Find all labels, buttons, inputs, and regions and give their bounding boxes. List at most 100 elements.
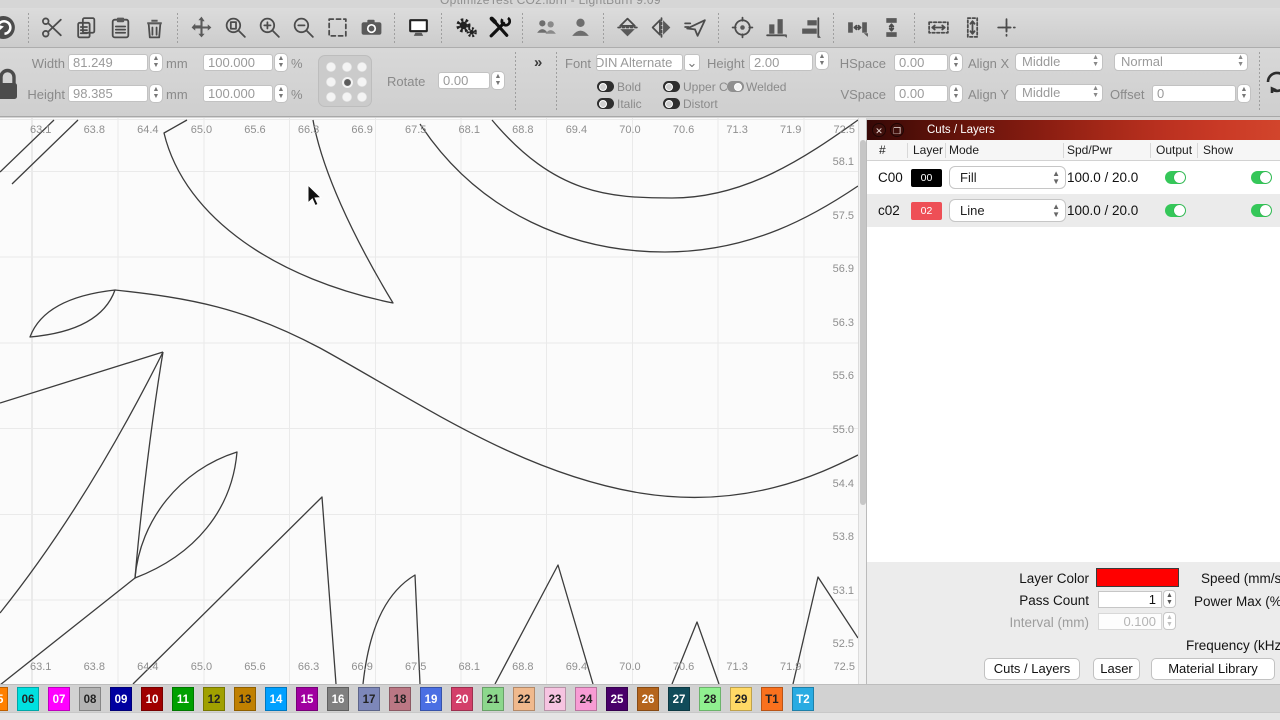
panel-tab-cutslayers[interactable]: Cuts / Layers [984, 658, 1080, 680]
palette-swatch-05[interactable]: 05 [0, 687, 8, 711]
italic-toggle[interactable] [597, 98, 614, 109]
anchor-dot[interactable] [357, 62, 367, 72]
machine-tools-icon[interactable] [486, 15, 512, 41]
palette-swatch-28[interactable]: 28 [699, 687, 721, 711]
pass-count-stepper[interactable]: ▲▼ [1163, 590, 1176, 608]
camera-capture-icon[interactable] [358, 15, 384, 41]
canvas-vertical-scrollbar[interactable] [858, 118, 866, 684]
hspace-stepper[interactable]: ▲▼ [949, 53, 963, 72]
palette-swatch-06[interactable]: 06 [17, 687, 39, 711]
palette-swatch-20[interactable]: 20 [451, 687, 473, 711]
flip-horizontal-icon[interactable] [648, 15, 674, 41]
rotate-stepper[interactable]: ▲▼ [491, 71, 505, 90]
palette-swatch-27[interactable]: 27 [668, 687, 690, 711]
distribute-horizontal-icon[interactable] [844, 15, 870, 41]
copy-icon[interactable] [73, 15, 99, 41]
palette-swatch-11[interactable]: 11 [172, 687, 194, 711]
anchor-point-grid[interactable] [318, 55, 372, 107]
height-percent-input[interactable]: 100.000 [203, 85, 273, 102]
zoom-to-page-icon[interactable] [222, 15, 248, 41]
font-combo[interactable]: DIN Alternate [596, 54, 683, 71]
zoom-in-icon[interactable] [256, 15, 282, 41]
zoom-out-icon[interactable] [290, 15, 316, 41]
frame-selection-icon[interactable] [324, 15, 350, 41]
height-stepper[interactable]: ▲▼ [149, 84, 163, 103]
palette-swatch-17[interactable]: 17 [358, 687, 380, 711]
height-input[interactable]: 98.385 [68, 85, 148, 102]
lock-proportions-icon[interactable] [0, 64, 19, 104]
palette-swatch-09[interactable]: 09 [110, 687, 132, 711]
palette-swatch-08[interactable]: 08 [79, 687, 101, 711]
panel-tab-laser[interactable]: Laser [1093, 658, 1140, 680]
palette-swatch-21[interactable]: 21 [482, 687, 504, 711]
distribute-vertical-icon[interactable] [878, 15, 904, 41]
palette-swatch-13[interactable]: 13 [234, 687, 256, 711]
paste-icon[interactable] [107, 15, 133, 41]
palette-swatch-18[interactable]: 18 [389, 687, 411, 711]
layer-color-chip[interactable]: 00 [911, 169, 942, 187]
layer-row-C00[interactable]: C0000Fill▲▼100.0 / 20.0 [867, 161, 1280, 194]
palette-swatch-t2[interactable]: T2 [792, 687, 814, 711]
layer-mode-dropdown[interactable]: Line▲▼ [949, 199, 1066, 222]
anchor-dot[interactable] [326, 62, 336, 72]
palette-swatch-15[interactable]: 15 [296, 687, 318, 711]
width-percent-stepper[interactable]: ▲▼ [274, 53, 288, 72]
resize-height-icon[interactable] [959, 15, 985, 41]
layer-output-toggle[interactable] [1165, 171, 1186, 184]
focus-target-icon[interactable] [729, 15, 755, 41]
palette-swatch-25[interactable]: 25 [606, 687, 628, 711]
group-shapes-icon[interactable] [533, 15, 559, 41]
layer-show-toggle[interactable] [1251, 171, 1272, 184]
hspace-input[interactable]: 0.00 [894, 54, 948, 71]
interval-stepper[interactable]: ▲▼ [1163, 612, 1176, 630]
align-x-dropdown[interactable]: Middle▲▼ [1015, 53, 1103, 71]
anchor-dot[interactable] [326, 77, 336, 87]
welded-toggle[interactable] [727, 81, 744, 92]
cut-icon[interactable] [39, 15, 65, 41]
palette-swatch-29[interactable]: 29 [730, 687, 752, 711]
width-input[interactable]: 81.249 [68, 54, 148, 71]
send-to-laser-icon[interactable] [682, 15, 708, 41]
redo-icon[interactable] [0, 15, 18, 41]
align-bottom-icon[interactable] [763, 15, 789, 41]
palette-swatch-26[interactable]: 26 [637, 687, 659, 711]
panel-tab-materiallibrary[interactable]: Material Library [1151, 658, 1275, 680]
palette-swatch-14[interactable]: 14 [265, 687, 287, 711]
font-dropdown-arrow[interactable]: ⌄ [684, 54, 700, 71]
vspace-stepper[interactable]: ▲▼ [949, 84, 963, 103]
device-settings-gears-icon[interactable] [452, 15, 478, 41]
layer-output-toggle[interactable] [1165, 204, 1186, 217]
layer-color-swatch[interactable] [1096, 568, 1179, 587]
workspace-canvas[interactable]: 63.163.864.465.065.666.366.967.568.168.8… [0, 118, 858, 684]
palette-swatch-12[interactable]: 12 [203, 687, 225, 711]
panel-undock-icon[interactable]: ❐ [890, 123, 904, 137]
delete-icon[interactable] [141, 15, 167, 41]
nudge-icon[interactable] [993, 15, 1019, 41]
palette-swatch-24[interactable]: 24 [575, 687, 597, 711]
align-right-icon[interactable] [797, 15, 823, 41]
distort-toggle[interactable] [663, 98, 680, 109]
resize-width-icon[interactable] [925, 15, 951, 41]
preview-monitor-icon[interactable] [405, 15, 431, 41]
layer-show-toggle[interactable] [1251, 204, 1272, 217]
height-percent-stepper[interactable]: ▲▼ [274, 84, 288, 103]
expand-chevrons[interactable]: » [534, 54, 542, 71]
width-percent-input[interactable]: 100.000 [203, 54, 273, 71]
text-style-dropdown[interactable]: Normal▲▼ [1114, 53, 1248, 71]
bold-toggle[interactable] [597, 81, 614, 92]
upper-case-toggle[interactable] [663, 81, 680, 92]
width-stepper[interactable]: ▲▼ [149, 53, 163, 72]
offset-stepper[interactable]: ▲▼ [1237, 84, 1251, 103]
layer-mode-dropdown[interactable]: Fill▲▼ [949, 166, 1066, 189]
anchor-dot[interactable] [357, 92, 367, 102]
layer-color-chip[interactable]: 02 [911, 202, 942, 220]
panel-close-icon[interactable]: ✕ [872, 123, 886, 137]
anchor-dot[interactable] [342, 62, 352, 72]
offset-input[interactable]: 0 [1152, 85, 1236, 102]
palette-swatch-10[interactable]: 10 [141, 687, 163, 711]
anchor-dot[interactable] [342, 92, 352, 102]
align-y-dropdown[interactable]: Middle▲▼ [1015, 84, 1103, 102]
palette-swatch-19[interactable]: 19 [420, 687, 442, 711]
palette-swatch-23[interactable]: 23 [544, 687, 566, 711]
vspace-input[interactable]: 0.00 [894, 85, 948, 102]
